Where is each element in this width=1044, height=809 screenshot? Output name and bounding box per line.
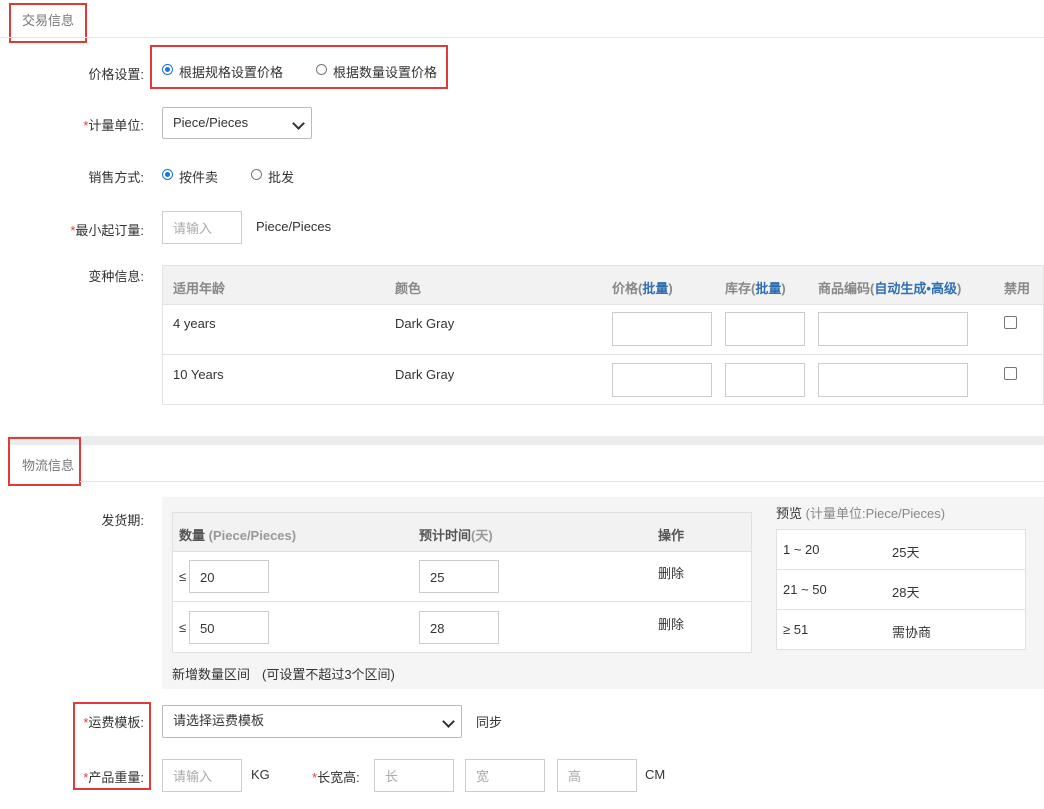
preview-table: 1 ~ 20 25天 21 ~ 50 28天 ≥ 51 需协商	[776, 529, 1026, 650]
width-input[interactable]: 宽	[465, 759, 545, 792]
freight-label: *运费模板:	[83, 715, 144, 730]
variant-row-2-disable-checkbox[interactable]	[1004, 367, 1017, 380]
unit-select-value: Piece/Pieces	[173, 115, 249, 130]
variant-row-2-color: Dark Gray	[395, 367, 455, 382]
header-stock-text: 库存	[725, 281, 752, 296]
delivery-row-2-delete-link[interactable]: 删除	[658, 614, 684, 633]
preview-row-divider	[777, 609, 1025, 610]
delivery-header-qty-unit: (Piece/Pieces)	[208, 528, 297, 543]
preview-row-3-days: 需协商	[892, 625, 932, 640]
variant-row-2-stock-input[interactable]	[725, 363, 805, 397]
price-batch-link[interactable]: 批量	[642, 281, 668, 296]
preview-title: 预览 (计量单位:Piece/Pieces)	[776, 503, 945, 522]
radio-sale-by-piece-label[interactable]: 按件卖	[179, 167, 218, 186]
variant-row-2-price-input[interactable]	[612, 363, 712, 397]
delivery-row-divider	[173, 601, 751, 602]
delivery-row-2-prefix: ≤	[179, 620, 187, 635]
variant-row-1-disable-checkbox[interactable]	[1004, 316, 1017, 329]
delivery-header-qty: 数量 (Piece/Pieces)	[179, 525, 296, 544]
radio-price-by-spec[interactable]	[162, 64, 173, 75]
delivery-header-days-unit: (天)	[471, 528, 493, 543]
delivery-header-days: 预计时间(天)	[419, 525, 493, 544]
variant-row-1-stock-input[interactable]	[725, 312, 805, 346]
add-quantity-range-note: (可设置不超过3个区间)	[262, 667, 395, 682]
delivery-header-days-text: 预计时间	[419, 528, 472, 543]
chevron-down-icon	[442, 715, 455, 728]
freight-sync-link[interactable]: 同步	[476, 712, 502, 731]
delivery-label: 发货期:	[101, 513, 144, 528]
preview-row-1-days: 25天	[892, 545, 920, 560]
variant-row-1-age: 4 years	[173, 316, 216, 331]
delivery-row-2-days-input[interactable]: 28	[419, 611, 499, 644]
radio-price-by-qty-label[interactable]: 根据数量设置价格	[333, 62, 437, 81]
section-separator	[9, 436, 1044, 445]
preview-row-divider	[777, 569, 1025, 570]
highlight-box-logistics-title	[8, 437, 81, 486]
weight-input[interactable]: 请输入	[162, 759, 242, 792]
radio-price-by-spec-label[interactable]: 根据规格设置价格	[179, 62, 283, 81]
variants-label: 变种信息:	[88, 269, 144, 284]
delivery-row-1-days-input[interactable]: 25	[419, 560, 499, 593]
radio-sale-wholesale-label[interactable]: 批发	[268, 167, 294, 186]
variants-table: 适用年龄 颜色 价格(批量) 库存(批量) 商品编码(自动生成•高级) 禁用 4…	[162, 265, 1044, 405]
preview-row-3-range: ≥ 51	[783, 622, 809, 637]
delivery-header-qty-text: 数量	[179, 528, 206, 543]
chevron-down-icon	[292, 117, 305, 130]
sku-advanced-link[interactable]: 高级	[931, 281, 957, 296]
stock-batch-link[interactable]: 批量	[755, 281, 781, 296]
delivery-header-action: 操作	[658, 528, 685, 543]
header-sku: 商品编码(自动生成•高级)	[818, 281, 962, 296]
moq-label: *最小起订量:	[70, 223, 144, 238]
freight-label-text: 运费模板:	[88, 715, 144, 730]
dimensions-unit: CM	[645, 767, 666, 782]
delivery-table: 数量 (Piece/Pieces) 预计时间(天) 操作 ≤ 20 25 删除 …	[172, 512, 752, 653]
dimensions-label-text: 长宽高:	[317, 770, 360, 785]
delivery-row-2-qty-input[interactable]: 50	[189, 611, 269, 644]
variant-row-1-color: Dark Gray	[395, 316, 455, 331]
variant-row-2-age: 10 Years	[173, 367, 224, 382]
length-input[interactable]: 长	[374, 759, 454, 792]
sale-method-label: 销售方式:	[88, 170, 144, 185]
preview-unit-note: (计量单位:Piece/Pieces)	[805, 506, 946, 521]
preview-row-2-range: 21 ~ 50	[783, 582, 827, 597]
delivery-row-1-delete-link[interactable]: 删除	[658, 563, 684, 582]
price-setting-label: 价格设置:	[88, 67, 144, 82]
radio-price-by-qty[interactable]	[316, 64, 327, 75]
variant-row-2-sku-input[interactable]	[818, 363, 968, 397]
moq-input[interactable]: 请输入	[162, 211, 242, 244]
radio-sale-wholesale[interactable]	[251, 169, 262, 180]
variant-row-1-sku-input[interactable]	[818, 312, 968, 346]
freight-template-value: 请选择运费模板	[173, 713, 265, 728]
header-disable: 禁用	[1004, 281, 1031, 296]
preview-title-text: 预览	[776, 506, 803, 521]
variant-row-divider	[163, 354, 1043, 355]
unit-label-text: 计量单位:	[88, 118, 144, 133]
header-sku-text: 商品编码	[818, 281, 871, 296]
weight-label: *产品重量:	[83, 770, 144, 785]
header-color: 颜色	[395, 281, 422, 296]
trade-title-divider	[0, 37, 1044, 38]
header-price: 价格(批量)	[612, 281, 673, 296]
preview-row-1-range: 1 ~ 20	[783, 542, 820, 557]
sku-auto-link[interactable]: 自动生成	[874, 281, 926, 296]
header-stock: 库存(批量)	[725, 281, 786, 296]
header-age: 适用年龄	[173, 281, 226, 296]
weight-unit: KG	[251, 767, 270, 782]
radio-sale-by-piece[interactable]	[162, 169, 173, 180]
delivery-row-1-prefix: ≤	[179, 569, 187, 584]
add-quantity-range-link[interactable]: 新增数量区间	[172, 664, 250, 683]
dimensions-label: *长宽高:	[312, 770, 360, 785]
preview-row-2-days: 28天	[892, 585, 920, 600]
freight-template-select[interactable]: 请选择运费模板	[162, 705, 462, 738]
unit-select[interactable]: Piece/Pieces	[162, 107, 312, 139]
height-input[interactable]: 高	[557, 759, 637, 792]
logistics-title-divider	[80, 481, 1044, 482]
variant-row-1-price-input[interactable]	[612, 312, 712, 346]
weight-label-text: 产品重量:	[88, 770, 144, 785]
moq-label-text: 最小起订量:	[75, 223, 144, 238]
moq-unit: Piece/Pieces	[256, 219, 332, 234]
header-price-text: 价格	[612, 281, 639, 296]
unit-label: *计量单位:	[83, 118, 144, 133]
delivery-row-1-qty-input[interactable]: 20	[189, 560, 269, 593]
